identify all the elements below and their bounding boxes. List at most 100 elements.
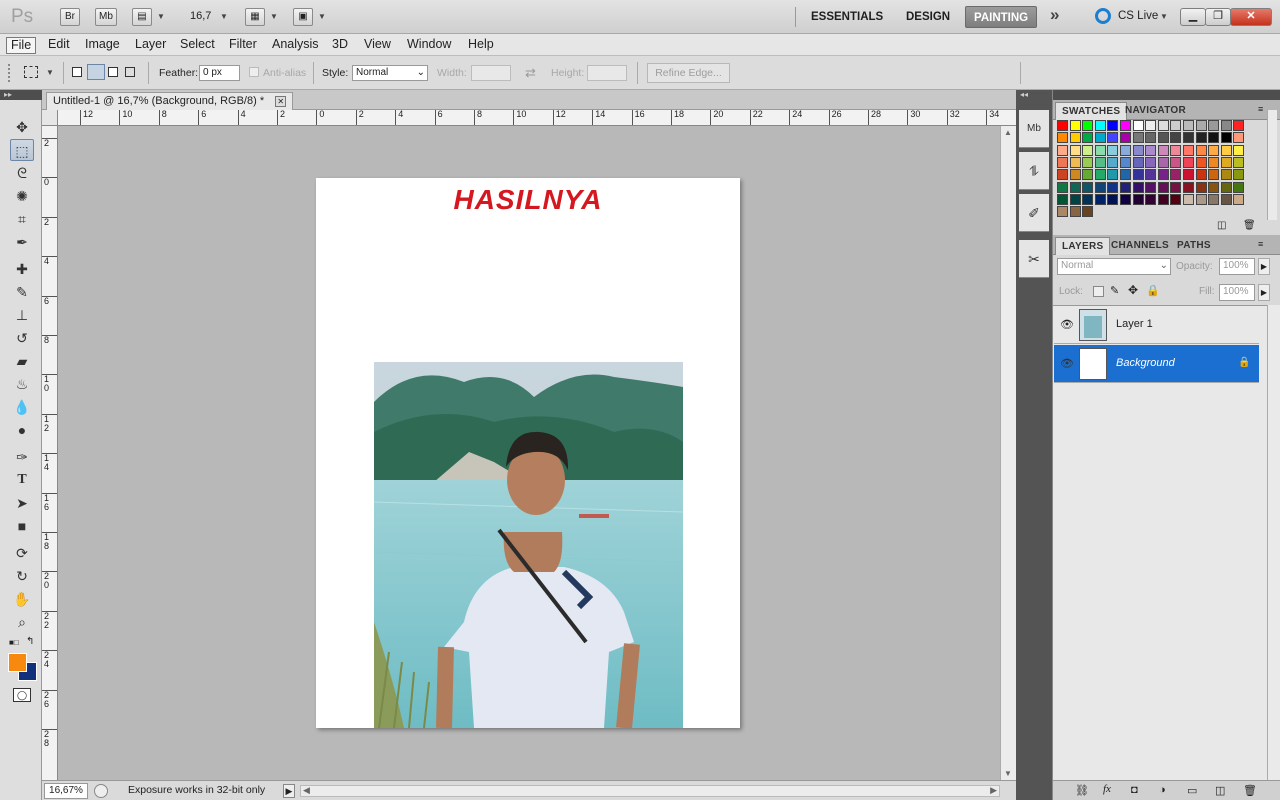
menu-view[interactable]: View xyxy=(360,37,395,54)
color-swatch[interactable] xyxy=(1157,144,1169,156)
fill-slider-icon[interactable]: ▶ xyxy=(1258,284,1270,301)
tab-channels[interactable]: CHANNELS xyxy=(1105,237,1175,255)
color-swatch[interactable] xyxy=(1057,132,1068,144)
menu-image[interactable]: Image xyxy=(81,37,124,54)
color-swatch[interactable] xyxy=(1208,193,1220,205)
horizontal-scrollbar[interactable]: ◀ ▶ xyxy=(300,785,1000,797)
tab-paths[interactable]: PATHS xyxy=(1171,237,1217,255)
color-swatch[interactable] xyxy=(1132,120,1144,131)
add-to-selection-icon[interactable] xyxy=(87,64,105,80)
color-swatch[interactable] xyxy=(1220,169,1232,181)
marquee-preset-icon[interactable] xyxy=(24,66,38,78)
link-layers-icon[interactable]: ⛓ xyxy=(1075,784,1089,797)
color-swatch[interactable] xyxy=(1132,181,1144,193)
pen-tool-icon[interactable]: ✑ xyxy=(10,446,34,468)
color-swatch[interactable] xyxy=(1170,144,1182,156)
menu-3d[interactable]: 3D xyxy=(328,37,352,54)
color-swatch[interactable] xyxy=(1145,156,1157,168)
color-swatch[interactable] xyxy=(1082,144,1094,156)
toolbox-collapse-icon[interactable]: ▸▸ xyxy=(0,90,42,100)
clone-stamp-tool-icon[interactable]: ⊥ xyxy=(10,304,34,326)
delete-swatch-icon[interactable]: 🗑 xyxy=(1243,220,1256,231)
color-swatch[interactable] xyxy=(1120,181,1131,193)
color-swatch[interactable] xyxy=(1094,144,1106,156)
restore-button[interactable]: ❐ xyxy=(1205,8,1231,26)
workspace-design[interactable]: DESIGN xyxy=(898,6,958,28)
menu-select[interactable]: Select xyxy=(176,37,219,54)
refine-edge-button[interactable]: Refine Edge... xyxy=(647,63,730,83)
color-swatch[interactable] xyxy=(1170,132,1182,144)
color-swatch[interactable] xyxy=(1107,169,1119,181)
spot-healing-brush-icon[interactable]: ✚ xyxy=(10,258,34,280)
opacity-input[interactable]: 100% xyxy=(1219,258,1255,275)
color-swatch[interactable] xyxy=(1170,156,1182,168)
color-swatch[interactable] xyxy=(1157,193,1169,205)
layers-scrollbar[interactable] xyxy=(1267,305,1280,780)
status-info-icon[interactable] xyxy=(94,784,108,798)
cs-live-button[interactable]: CS Live xyxy=(1118,10,1158,22)
menu-file[interactable]: File xyxy=(6,37,37,54)
new-layer-icon[interactable]: ◫ xyxy=(1215,784,1225,797)
color-swatch[interactable] xyxy=(1220,181,1232,193)
color-swatch[interactable] xyxy=(1082,181,1094,193)
tool-presets-panel-icon[interactable]: ✂ xyxy=(1019,240,1049,278)
zoom-tool-icon[interactable]: ⌕ xyxy=(10,611,34,633)
brush-presets-panel-icon[interactable]: ✐ xyxy=(1019,194,1049,232)
quick-selection-tool-icon[interactable]: ✺ xyxy=(10,185,34,207)
color-swatch[interactable] xyxy=(1082,169,1094,181)
move-tool-icon[interactable]: ✥ xyxy=(10,116,34,138)
layer-style-icon[interactable]: fx xyxy=(1103,783,1111,795)
color-swatch[interactable] xyxy=(1069,132,1081,144)
color-swatch[interactable] xyxy=(1107,181,1119,193)
zoom-level[interactable]: 16,7 xyxy=(190,10,211,22)
fill-input[interactable]: 100% xyxy=(1219,284,1255,301)
color-swatch[interactable] xyxy=(1208,169,1220,181)
color-swatch[interactable] xyxy=(1094,193,1106,205)
menu-edit[interactable]: Edit xyxy=(44,37,74,54)
color-swatch[interactable] xyxy=(1233,156,1245,168)
color-swatch[interactable] xyxy=(1057,169,1068,181)
color-swatch[interactable] xyxy=(1233,120,1245,131)
color-swatch[interactable] xyxy=(1107,156,1119,168)
status-zoom-field[interactable]: 16,67% xyxy=(44,783,88,799)
screen-mode-button[interactable]: ▣ xyxy=(293,8,313,26)
color-swatch[interactable] xyxy=(1082,156,1094,168)
tab-navigator[interactable]: NAVIGATOR xyxy=(1119,102,1192,120)
color-swatch[interactable] xyxy=(1057,206,1068,218)
swap-colors-icon[interactable]: ↰ xyxy=(26,636,34,647)
menu-help[interactable]: Help xyxy=(464,37,498,54)
quick-mask-icon[interactable]: ◯ xyxy=(13,688,31,702)
color-swatch[interactable] xyxy=(1107,144,1119,156)
lock-all-icon[interactable]: 🔒 xyxy=(1146,284,1160,297)
default-colors-icon[interactable]: ■□ xyxy=(9,638,19,647)
color-swatch[interactable] xyxy=(1094,156,1106,168)
new-swatch-icon[interactable]: ◫ xyxy=(1217,220,1226,231)
color-swatch[interactable] xyxy=(1145,181,1157,193)
scroll-right-icon[interactable]: ▶ xyxy=(990,785,997,796)
color-swatch[interactable] xyxy=(1132,193,1144,205)
rectangle-tool-icon[interactable]: ■ xyxy=(10,515,34,537)
vertical-scrollbar[interactable]: ▲ ▼ xyxy=(1000,126,1016,780)
layer-row-background[interactable]: 👁 Background 🔒 xyxy=(1054,345,1259,383)
tab-swatches[interactable]: SWATCHES xyxy=(1055,102,1128,120)
color-swatch[interactable] xyxy=(1208,144,1220,156)
color-swatch[interactable] xyxy=(1120,144,1131,156)
color-swatch[interactable] xyxy=(1170,169,1182,181)
color-swatch[interactable] xyxy=(1082,193,1094,205)
color-swatch[interactable] xyxy=(1069,193,1081,205)
color-swatch[interactable] xyxy=(1069,206,1081,218)
color-swatch[interactable] xyxy=(1208,156,1220,168)
color-swatch[interactable] xyxy=(1195,120,1207,131)
color-swatch[interactable] xyxy=(1069,156,1081,168)
screen-mode-dropdown-icon[interactable]: ▼ xyxy=(318,12,326,21)
scroll-left-icon[interactable]: ◀ xyxy=(303,785,310,796)
color-swatch[interactable] xyxy=(1057,120,1068,131)
adjustment-layer-icon[interactable]: ◑ xyxy=(1159,784,1166,796)
color-swatch[interactable] xyxy=(1208,181,1220,193)
color-swatch[interactable] xyxy=(1220,156,1232,168)
color-swatch[interactable] xyxy=(1145,144,1157,156)
color-swatch[interactable] xyxy=(1132,132,1144,144)
color-swatch[interactable] xyxy=(1195,156,1207,168)
foreground-color-swatch[interactable] xyxy=(8,653,27,672)
color-swatch[interactable] xyxy=(1233,181,1245,193)
